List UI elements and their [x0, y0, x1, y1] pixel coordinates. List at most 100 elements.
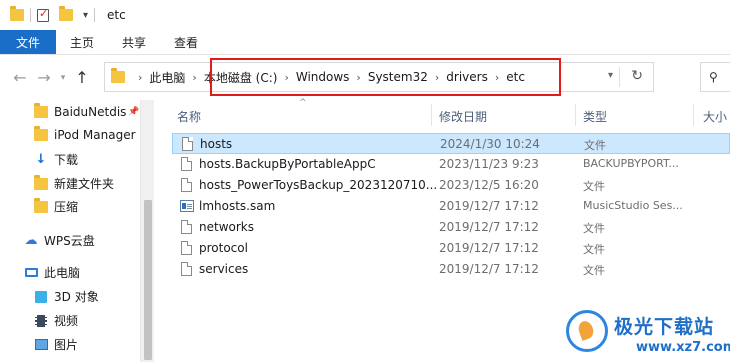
file-name: hosts [200, 137, 233, 151]
address-dropdown-icon[interactable]: ▾ [608, 70, 613, 81]
sidebar-item-compress[interactable]: 压缩 [34, 197, 79, 215]
sidebar-item-label: 3D 对象 [54, 290, 99, 304]
divider [619, 67, 620, 87]
sidebar-item-this-pc[interactable]: 此电脑 [24, 264, 80, 281]
file-row[interactable]: networks 2019/12/7 17:12 文件 [172, 217, 730, 238]
document-icon [181, 157, 192, 171]
search-input[interactable]: ⚲ [700, 62, 730, 92]
document-icon [181, 178, 192, 192]
up-arrow-icon[interactable]: ↑ [70, 68, 94, 87]
cube-icon [35, 290, 47, 303]
annotation-highlight-box [210, 58, 561, 96]
file-name: networks [199, 220, 254, 234]
sidebar-item-label: iPod Manager [54, 128, 136, 142]
sidebar-item-videos[interactable]: 视频 [34, 312, 78, 329]
file-type: BACKUPBYPORT... [583, 157, 679, 170]
sidebar-item-label: BaiduNetdis [54, 105, 127, 119]
column-header-date[interactable]: 修改日期 [439, 108, 487, 125]
title-bar: ▾ etc [0, 0, 730, 30]
sidebar-item-label: 视频 [54, 314, 79, 328]
sidebar-item-label: 此电脑 [44, 266, 81, 280]
scrollbar-thumb[interactable] [144, 200, 152, 360]
navigation-scrollbar[interactable] [140, 100, 154, 362]
column-headers: ^ 名称 修改日期 类型 大小 [155, 98, 730, 130]
file-row[interactable]: hosts_PowerToysBackup_2023120710... 2023… [172, 175, 730, 196]
column-header-name[interactable]: 名称 [177, 108, 201, 125]
file-row[interactable]: lmhosts.sam 2019/12/7 17:12 MusicStudio … [172, 196, 730, 217]
folder-icon [34, 174, 48, 190]
file-type: 文件 [583, 222, 605, 235]
folder-icon [34, 103, 48, 118]
customize-toolbar-icon[interactable]: ▾ [83, 10, 88, 21]
column-header-size[interactable]: 大小 [703, 108, 727, 125]
file-name: services [199, 262, 249, 276]
tab-view[interactable]: 查看 [160, 30, 212, 54]
file-date: 2019/12/7 17:12 [439, 241, 539, 255]
forward-arrow-icon[interactable]: → [32, 68, 56, 87]
document-icon [181, 220, 192, 234]
file-date: 2019/12/7 17:12 [439, 199, 539, 213]
file-type: 文件 [583, 243, 605, 256]
column-divider[interactable] [693, 104, 694, 126]
file-date: 2019/12/7 17:12 [439, 220, 539, 234]
sidebar-item-pictures[interactable]: 图片 [34, 336, 78, 353]
sidebar-item-wps-cloud[interactable]: ☁ WPS云盘 [24, 232, 95, 249]
back-arrow-icon[interactable]: ← [8, 68, 32, 87]
document-icon [181, 262, 192, 276]
tab-file[interactable]: 文件 [0, 30, 57, 54]
file-row-hosts[interactable]: hosts 2024/1/30 10:24 文件 [172, 133, 730, 154]
file-name: hosts.BackupByPortableAppC [199, 157, 376, 171]
sidebar-item-label: WPS云盘 [44, 234, 95, 248]
pc-icon [24, 268, 38, 277]
folder-icon [111, 68, 125, 83]
sidebar-item-label: 图片 [54, 338, 79, 352]
divider [94, 8, 96, 22]
chevron-right-icon[interactable]: › [138, 71, 142, 84]
sidebar-item-label: 压缩 [54, 200, 79, 214]
sort-caret-icon: ^ [299, 98, 307, 108]
sidebar-item-label: 新建文件夹 [54, 177, 115, 191]
file-type: 文件 [584, 139, 606, 152]
recent-locations-chevron-icon[interactable]: ▾ [56, 73, 70, 83]
sidebar-item-label: 下载 [54, 153, 79, 167]
sam-file-icon [180, 200, 194, 212]
column-divider[interactable] [431, 104, 432, 126]
file-row[interactable]: protocol 2019/12/7 17:12 文件 [172, 238, 730, 259]
search-icon: ⚲ [709, 70, 718, 84]
cloud-icon: ☁ [24, 233, 38, 248]
tab-share[interactable]: 共享 [108, 30, 160, 54]
folder-icon [10, 6, 24, 21]
sidebar-item-downloads[interactable]: ↓ 下载 [34, 151, 78, 168]
file-type: 文件 [583, 264, 605, 277]
refresh-icon[interactable]: ↻ [631, 68, 643, 84]
sidebar-item-new-folder[interactable]: 新建文件夹 [34, 174, 115, 192]
sidebar-item-3d-objects[interactable]: 3D 对象 [34, 288, 99, 305]
file-name: hosts_PowerToysBackup_2023120710... [199, 178, 438, 192]
sidebar-item-baidunetdisk[interactable]: BaiduNetdis 📌 [34, 103, 140, 119]
ribbon-tabs: 文件 主页 共享 查看 [0, 30, 730, 55]
divider [30, 8, 31, 22]
file-row[interactable]: services 2019/12/7 17:12 文件 [172, 259, 730, 280]
properties-icon[interactable] [37, 7, 49, 22]
file-date: 2019/12/7 17:12 [439, 262, 539, 276]
download-icon: ↓ [35, 152, 47, 167]
watermark-url: www.xz7.com [636, 340, 730, 355]
file-type: 文件 [583, 180, 605, 193]
tab-home[interactable]: 主页 [56, 30, 108, 54]
picture-icon [34, 339, 48, 350]
watermark-title: 极光下载站 [614, 316, 715, 338]
watermark-logo-icon [566, 310, 608, 352]
file-date: 2023/12/5 16:20 [439, 178, 539, 192]
sidebar-item-ipod-manager[interactable]: iPod Manager [34, 126, 136, 142]
file-date: 2023/11/23 9:23 [439, 157, 539, 171]
chevron-right-icon[interactable]: › [192, 71, 196, 84]
file-row[interactable]: hosts.BackupByPortableAppC 2023/11/23 9:… [172, 154, 730, 175]
column-header-type[interactable]: 类型 [583, 108, 607, 125]
file-type: MusicStudio Ses... [583, 199, 683, 212]
new-folder-icon[interactable] [59, 6, 73, 21]
breadcrumb-this-pc[interactable]: 此电脑 [149, 69, 185, 86]
watermark: 极光下载站 www.xz7.com [566, 306, 730, 362]
document-icon [181, 241, 192, 255]
file-name: protocol [199, 241, 248, 255]
column-divider[interactable] [575, 104, 576, 126]
